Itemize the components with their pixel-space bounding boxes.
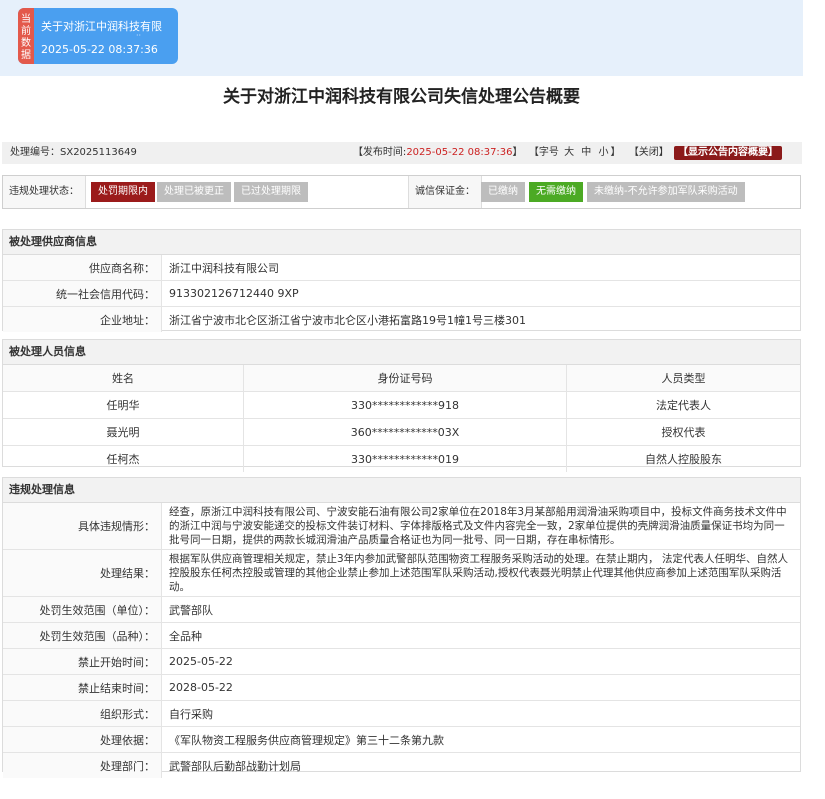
font-medium-link[interactable]: 中 — [581, 147, 591, 158]
status-chip-corrected: 处理已被更正 — [157, 182, 231, 202]
violation-section-heading: 违规处理信息 — [3, 478, 800, 503]
supplier-row-name: 供应商名称： 浙江中润科技有限公司 — [3, 255, 800, 281]
persons-table-header: 姓名 身份证号码 人员类型 — [3, 365, 800, 392]
column-type: 人员类型 — [566, 365, 800, 392]
current-data-dots: ·· — [136, 31, 142, 40]
close-link[interactable]: 【关闭】 — [629, 147, 669, 158]
persons-table: 姓名 身份证号码 人员类型 任明华 330************918 法定代… — [3, 365, 800, 472]
process-number: 处理编号：SX2025113649 — [10, 147, 137, 158]
column-name: 姓名 — [3, 365, 244, 392]
table-row: 聂光明 360************03X 授权代表 — [3, 418, 800, 446]
violation-section: 违规处理信息 具体违规情形： 经查，原浙江中润科技有限公司、宁波安能石油有限公司… — [2, 477, 801, 778]
org-form-value: 自行采购 — [169, 707, 213, 721]
address-label: 企业地址： — [3, 307, 162, 332]
publish-time: 2025-05-22 08:37:36 — [406, 147, 513, 158]
violation-row-scope-unit: 处罚生效范围（单位）： 武警部队 — [3, 597, 800, 623]
supplier-row-address: 企业地址： 浙江省宁波市北仑区浙江省宁波市北仑区小港拓富路19号1幢1号三楼30… — [3, 307, 800, 332]
scope-category-value: 全品种 — [169, 629, 202, 643]
address-value: 浙江省宁波市北仑区浙江省宁波市北仑区小港拓富路19号1幢1号三楼301 — [169, 313, 526, 327]
deposit-chip-not-required: 无需缴纳 — [529, 182, 583, 202]
deposit-label: 诚信保证金： — [408, 176, 482, 208]
start-date-label: 禁止开始时间： — [3, 649, 162, 674]
violation-row-department: 处理部门： 武警部队后勤部战勤计划局 — [3, 753, 800, 778]
font-size-prefix: 【字号 — [528, 147, 559, 158]
person-id: 330************019 — [243, 445, 567, 472]
current-data-time: 2025-05-22 08:37:36 — [41, 43, 158, 56]
current-data-band: 当前数据 关于对浙江中润科技有限 ·· 2025-05-22 08:37:36 — [0, 0, 803, 76]
status-bar: 违规处理状态： 处罚期限内 处理已被更正 已过处理期限 诚信保证金： 已缴纳 无… — [2, 175, 801, 209]
basis-label: 处理依据： — [3, 727, 162, 752]
violation-status-label: 违规处理状态： — [3, 176, 86, 208]
detail-value: 经查，原浙江中润科技有限公司、宁波安能石油有限公司2家单位在2018年3月某部船… — [169, 506, 787, 546]
credit-code-label: 统一社会信用代码： — [3, 281, 162, 306]
font-small-link[interactable]: 小 — [598, 147, 608, 158]
supplier-section-heading: 被处理供应商信息 — [3, 230, 800, 255]
violation-row-end: 禁止结束时间： 2028-05-22 — [3, 675, 800, 701]
deposit-chip-unpaid: 未缴纳-不允许参加军队采购活动 — [587, 182, 745, 202]
table-row: 任明华 330************918 法定代表人 — [3, 391, 800, 419]
violation-row-detail: 具体违规情形： 经查，原浙江中润科技有限公司、宁波安能石油有限公司2家单位在20… — [3, 503, 800, 550]
basis-value: 《军队物资工程服务供应商管理规定》第三十二条第九款 — [169, 733, 444, 747]
status-chip-in-period: 处罚期限内 — [91, 182, 155, 202]
supplier-row-credit-code: 统一社会信用代码： 913302126712440 9XP — [3, 281, 800, 307]
person-name: 任柯杰 — [3, 445, 244, 472]
font-large-link[interactable]: 大 — [564, 147, 574, 158]
status-chip-expired: 已过处理期限 — [234, 182, 308, 202]
end-date-label: 禁止结束时间： — [3, 675, 162, 700]
current-data-card[interactable]: 当前数据 关于对浙江中润科技有限 ·· 2025-05-22 08:37:36 — [18, 8, 178, 64]
font-size-suffix: 】 — [610, 147, 621, 158]
violation-row-result: 处理结果： 根据军队供应商管理相关规定，禁止3年内参加武警部队范围物资工程服务采… — [3, 550, 800, 597]
publish-suffix: 】 — [512, 147, 523, 158]
supplier-name-value: 浙江中润科技有限公司 — [169, 261, 279, 275]
violation-row-scope-category: 处罚生效范围（品种）： 全品种 — [3, 623, 800, 649]
result-label: 处理结果： — [3, 550, 162, 596]
supplier-section: 被处理供应商信息 供应商名称： 浙江中润科技有限公司 统一社会信用代码： 913… — [2, 229, 801, 332]
start-date-value: 2025-05-22 — [169, 655, 233, 668]
violation-row-start: 禁止开始时间： 2025-05-22 — [3, 649, 800, 675]
supplier-name-label: 供应商名称： — [3, 255, 162, 280]
person-type: 法定代表人 — [566, 391, 800, 419]
person-id: 330************918 — [243, 391, 567, 419]
org-form-label: 组织形式： — [3, 701, 162, 726]
violation-row-org-form: 组织形式： 自行采购 — [3, 701, 800, 727]
person-type: 授权代表 — [566, 418, 800, 446]
table-row: 任柯杰 330************019 自然人控股股东 — [3, 445, 800, 472]
person-name: 聂光明 — [3, 418, 244, 446]
violation-row-basis: 处理依据： 《军队物资工程服务供应商管理规定》第三十二条第九款 — [3, 727, 800, 753]
scope-category-label: 处罚生效范围（品种）： — [3, 623, 162, 648]
publish-prefix: 【发布时间: — [352, 147, 407, 158]
end-date-value: 2028-05-22 — [169, 681, 233, 694]
column-id: 身份证号码 — [243, 365, 567, 392]
person-type: 自然人控股股东 — [645, 453, 722, 466]
result-value: 根据军队供应商管理相关规定，禁止3年内参加武警部队范围物资工程服务采购活动的处理… — [169, 553, 789, 593]
person-name: 任明华 — [3, 391, 244, 419]
detail-label: 具体违规情形： — [3, 503, 162, 549]
meta-bar: 处理编号：SX2025113649 【发布时间:2025-05-22 08:37… — [2, 142, 802, 164]
current-data-tag: 当前数据 — [18, 8, 34, 64]
person-id: 360************03X — [243, 418, 567, 446]
persons-section-heading: 被处理人员信息 — [3, 340, 800, 365]
persons-section: 被处理人员信息 姓名 身份证号码 人员类型 任明华 330***********… — [2, 339, 801, 472]
scope-unit-value: 武警部队 — [169, 603, 213, 617]
scope-unit-label: 处罚生效范围（单位）： — [3, 597, 162, 622]
current-data-company: 关于对浙江中润科技有限 — [41, 20, 162, 33]
deposit-chip-paid: 已缴纳 — [481, 182, 525, 202]
department-value: 武警部队后勤部战勤计划局 — [169, 759, 301, 773]
department-label: 处理部门： — [3, 753, 162, 778]
show-summary-button[interactable]: 【显示公告内容概要】 — [674, 146, 782, 160]
credit-code-value: 913302126712440 9XP — [169, 287, 299, 300]
page-title: 关于对浙江中润科技有限公司失信处理公告概要 — [223, 87, 580, 107]
meta-actions: 【发布时间:2025-05-22 08:37:36】 【字号 大 中 小】 【关… — [353, 142, 782, 164]
